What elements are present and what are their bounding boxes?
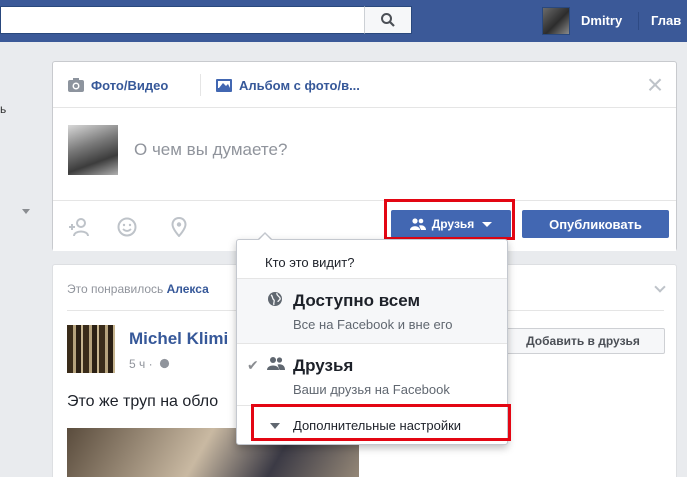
photo-album-icon [216,79,232,92]
liked-by-line: Это понравилось Алекса [67,282,209,296]
publish-button[interactable]: Опубликовать [522,210,669,238]
post-timestamp[interactable]: 5 ч · [129,357,170,371]
highlight-box-more-settings [251,404,511,441]
chevron-down-icon[interactable] [22,209,30,214]
audience-option-friends[interactable]: ✔ Друзья Ваши друзья на Facebook [237,344,507,405]
status-input[interactable]: О чем вы думаете? [134,140,287,160]
tag-friends-icon[interactable] [68,217,90,237]
audience-option-friends-subtitle: Ваши друзья на Facebook [293,382,450,397]
liked-by-prefix: Это понравилось [67,282,167,296]
author-name[interactable]: Michel Klimi [129,329,228,349]
audience-option-friends-title: Друзья [293,356,354,375]
tab-photo-video[interactable]: Фото/Видео [67,77,168,93]
highlight-box-audience [384,199,515,240]
search-input[interactable] [0,6,412,34]
add-friend-button[interactable]: Добавить в друзья [501,328,665,354]
location-pin-icon[interactable] [171,217,187,237]
audience-option-public-title: Доступно всем [293,291,421,310]
author-avatar[interactable] [67,325,115,373]
audience-option-public-subtitle: Все на Facebook и вне его [293,317,453,332]
tab-photo-album[interactable]: Альбом с фото/в... [215,77,360,93]
close-icon[interactable]: × [644,71,666,99]
search-button[interactable] [364,6,412,34]
globe-small-icon [159,358,170,369]
tab-photo-album-label: Альбом с фото/в... [239,77,360,93]
add-friend-label: Добавить в друзья [526,334,640,348]
smiley-icon[interactable] [117,217,137,237]
composer-tabs: Фото/Видео Альбом с фото/в... × [53,62,676,108]
story-options-chevron-icon[interactable] [654,281,666,293]
post-timestamp-text: 5 ч · [129,357,153,371]
tab-divider [200,74,201,96]
home-link[interactable]: Глав [651,13,681,28]
user-name-link[interactable]: Dmitry [581,13,622,28]
dropdown-pointer-fill [258,234,272,241]
search-icon [381,13,395,27]
audience-option-public[interactable]: Доступно всем Все на Facebook и вне его [237,278,507,344]
checkmark-icon: ✔ [247,357,259,373]
globe-icon [268,292,282,306]
liked-by-name[interactable]: Алекса [167,282,209,296]
audience-menu-header: Кто это видит? [265,255,355,270]
tab-photo-video-label: Фото/Видео [91,77,169,93]
sidebar-fragment-text: ь [0,102,7,116]
composer-avatar [68,125,118,175]
post-composer: Фото/Видео Альбом с фото/в... × О чем вы… [52,61,677,251]
post-text: Это же труп на обло [67,393,219,410]
topbar-divider [638,12,639,30]
camera-icon [68,78,84,92]
friends-icon [267,357,285,370]
user-avatar[interactable] [542,7,570,35]
